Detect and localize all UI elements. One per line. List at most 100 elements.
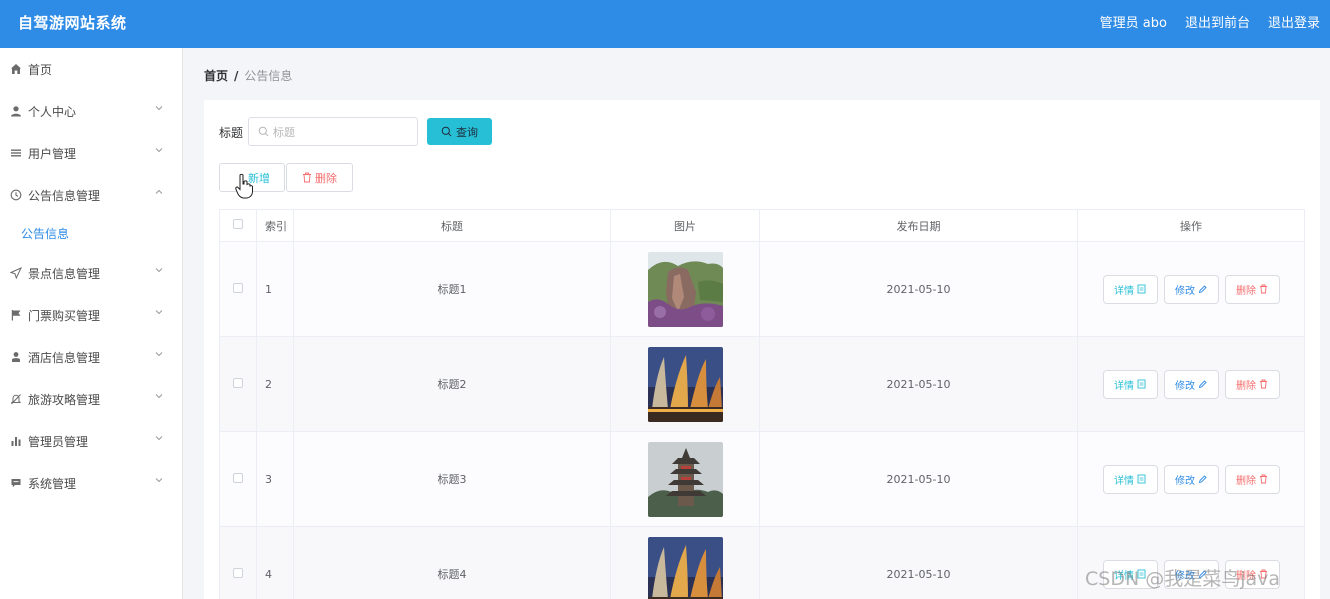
query-button[interactable]: 查询 [427,118,492,145]
delete-button[interactable]: 删除 [1224,369,1280,399]
detail-button-label: 详情 [1114,380,1134,392]
row-title: 标题2 [293,336,611,432]
bar-chart-icon [10,435,22,447]
document-icon [1137,474,1146,484]
delete-button[interactable]: 删除 [1224,464,1280,494]
clock-icon [10,189,22,201]
hand-cursor-icon [235,173,253,199]
select-all-checkbox[interactable] [233,219,243,229]
table-header-row: 索引 标题 图片 发布日期 操作 [219,209,1305,242]
sidebar-item-label: 酒店信息管理 [28,350,101,365]
row-thumbnail-opera-house-night [647,536,723,599]
row-checkbox[interactable] [233,567,243,578]
admin-user-label[interactable]: 管理员 abo [1100,12,1167,31]
sidebar-item-system-management[interactable]: 系统管理 [0,462,182,504]
row-actions: 详情 修改 删除 [1078,274,1304,304]
detail-button[interactable]: 详情 [1102,559,1158,589]
row-title: 标题1 [293,241,611,337]
notice-table: 索引 标题 图片 发布日期 操作 1 标题1 2021-05-10 详情 修改 … [219,209,1305,599]
back-to-front-link[interactable]: 退出到前台 [1185,12,1250,31]
edit-button[interactable]: 修改 [1163,274,1219,304]
trash-icon [1260,379,1267,389]
detail-button[interactable]: 详情 [1102,464,1158,494]
detail-button-label: 详情 [1114,475,1134,487]
detail-button[interactable]: 详情 [1102,274,1158,304]
edit-button[interactable]: 修改 [1163,464,1219,494]
row-title: 标题3 [293,431,611,527]
chevron-down-icon [155,478,163,483]
row-date: 2021-05-10 [759,336,1078,432]
sidebar-item-label: 景点信息管理 [28,266,101,281]
sidebar-item-admin-management[interactable]: 管理员管理 [0,420,182,462]
row-index: 2 [256,336,294,432]
sidebar-item-label: 公告信息管理 [28,188,101,203]
chevron-down-icon [155,394,163,399]
chevron-up-icon [155,189,163,194]
table-row: 4 标题4 2021-05-10 详情 修改 删除 [219,526,1305,599]
chevron-down-icon [155,106,163,111]
edit-button[interactable]: 修改 [1163,559,1219,589]
column-header-index: 索引 [256,209,294,242]
user-icon [10,105,22,117]
sidebar: 首页 个人中心 用户管理 公告信息管理 公告信息 景点信息管理 门票购买管理 酒… [0,48,183,599]
breadcrumb-separator: / [234,69,239,83]
row-checkbox[interactable] [233,472,243,483]
row-thumbnail-opera-house-night [647,346,723,422]
sidebar-item-hotel-management[interactable]: 酒店信息管理 [0,336,182,378]
row-checkbox[interactable] [233,282,243,293]
bell-off-icon [10,393,22,405]
detail-button-label: 详情 [1114,570,1134,582]
list-icon [10,147,22,159]
document-icon [1137,379,1146,389]
row-actions: 详情 修改 删除 [1078,464,1304,494]
chat-icon [10,477,22,489]
search-label: 标题 [219,126,244,140]
top-header: 自驾游网站系统 管理员 abo 退出到前台 退出登录 [0,0,1330,48]
batch-delete-button[interactable]: 删除 [286,163,353,192]
sidebar-item-guide-management[interactable]: 旅游攻略管理 [0,378,182,420]
row-thumbnail-scenic-mountain-cliff [647,251,723,327]
sidebar-item-label: 用户管理 [28,146,77,161]
row-thumbnail-pagoda-tower [647,441,723,517]
person-icon [10,351,22,363]
breadcrumb-home[interactable]: 首页 [204,69,228,83]
row-actions: 详情 修改 删除 [1078,369,1304,399]
sidebar-subitem-notice-info[interactable]: 公告信息 [0,216,182,250]
select-all-cell[interactable] [219,209,257,242]
sidebar-item-label: 个人中心 [28,104,77,119]
row-index: 3 [256,431,294,527]
sidebar-item-label: 门票购买管理 [28,308,101,323]
sidebar-item-label: 旅游攻略管理 [28,392,101,407]
sidebar-item-profile[interactable]: 个人中心 [0,90,182,132]
search-input[interactable] [273,123,413,141]
column-header-image: 图片 [610,209,760,242]
edit-icon [1198,285,1207,294]
delete-button[interactable]: 删除 [1224,274,1280,304]
edit-button[interactable]: 修改 [1163,369,1219,399]
delete-button-label: 删除 [1236,285,1256,297]
sidebar-item-home[interactable]: 首页 [0,48,182,90]
flag-icon [10,309,22,321]
trash-icon [1260,284,1267,294]
row-title: 标题4 [293,526,611,599]
top-nav: 管理员 abo 退出到前台 退出登录 [1100,12,1320,31]
edit-button-label: 修改 [1175,570,1195,582]
row-checkbox[interactable] [233,377,243,388]
sidebar-item-ticket-management[interactable]: 门票购买管理 [0,294,182,336]
edit-button-label: 修改 [1175,475,1195,487]
sidebar-item-label: 首页 [28,62,53,77]
logout-link[interactable]: 退出登录 [1268,12,1320,31]
detail-button[interactable]: 详情 [1102,369,1158,399]
sidebar-item-notice-management[interactable]: 公告信息管理 [0,174,182,216]
row-date: 2021-05-10 [759,431,1078,527]
sidebar-item-scenic-management[interactable]: 景点信息管理 [0,252,182,294]
delete-button[interactable]: 删除 [1224,559,1280,589]
row-actions: 详情 修改 删除 [1078,559,1304,589]
table-row: 2 标题2 2021-05-10 详情 修改 删除 [219,336,1305,432]
delete-button-label: 删除 [1236,570,1256,582]
breadcrumb-current: 公告信息 [244,69,293,83]
delete-button-label: 删除 [1236,380,1256,392]
content-panel: 标题 查询 新增 删除 索引 标题 图片 发布日期 操作 [204,100,1320,599]
sidebar-item-users[interactable]: 用户管理 [0,132,182,174]
row-date: 2021-05-10 [759,526,1078,599]
